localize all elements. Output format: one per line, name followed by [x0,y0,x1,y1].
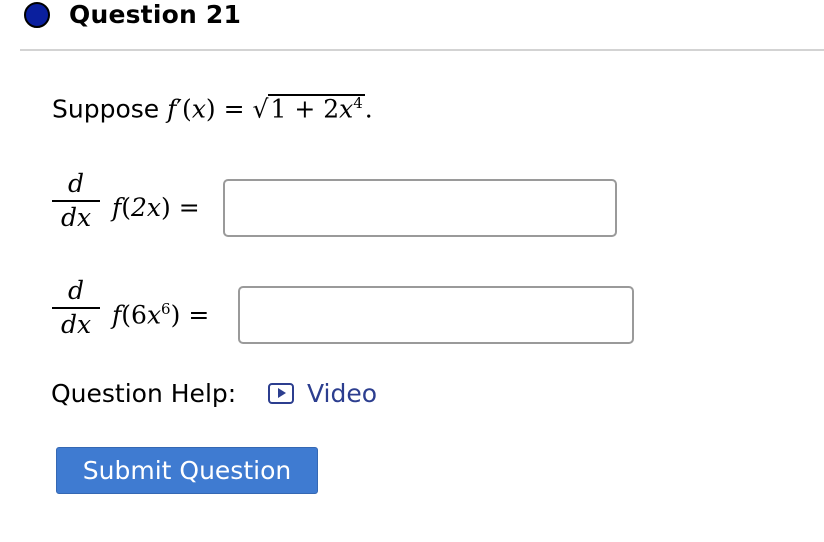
statement-prefix: Suppose [52,94,160,124]
expr1-equals: = [178,193,200,222]
expr1-inner: 2x [131,193,162,222]
expression-1: f(2x) = [112,193,200,222]
problem-statement: Suppose f′(x) = √1 + 2x4. [52,94,373,124]
sqrt-expression: 1 + 2x4 [268,94,365,124]
expr2-coef: 6 [131,300,147,330]
expr2-var: x [146,300,162,330]
radicand-var: x [339,94,354,124]
expr1-fn: f [112,193,122,222]
radicand-lead: 1 + 2 [270,94,340,124]
frac-numerator-1: d [67,169,84,198]
statement-var: x [191,94,206,124]
fraction-bar-1 [52,200,100,202]
expr2-fn: f [112,300,122,330]
question-status-dot [24,2,50,28]
question-help-label: Question Help: [51,379,237,408]
fraction-bar-2 [52,307,100,309]
derivative-operator-2: d dx [52,277,100,339]
submit-question-button[interactable]: Submit Question [56,447,318,494]
expr2-exp: 6 [161,300,171,318]
derivative-operator-1: d dx [52,170,100,232]
expr2-equals: = [188,300,210,330]
frac-numerator-2: d [67,276,84,305]
answer-input-2[interactable] [238,286,634,344]
statement-equals: = [223,94,245,124]
play-video-icon[interactable] [268,383,294,404]
expression-2: f(6x6) = [112,300,210,330]
radicand-exponent: 4 [353,94,363,112]
video-link[interactable]: Video [307,379,377,408]
question-title: Question 21 [69,0,242,29]
header-divider [20,49,824,51]
statement-end: . [364,94,373,124]
statement-fn: f [167,94,177,124]
question-header: Question 21 [0,0,824,50]
frac-denominator-1: dx [60,203,92,232]
answer-input-1[interactable] [223,179,617,237]
frac-denominator-2: dx [60,310,92,339]
